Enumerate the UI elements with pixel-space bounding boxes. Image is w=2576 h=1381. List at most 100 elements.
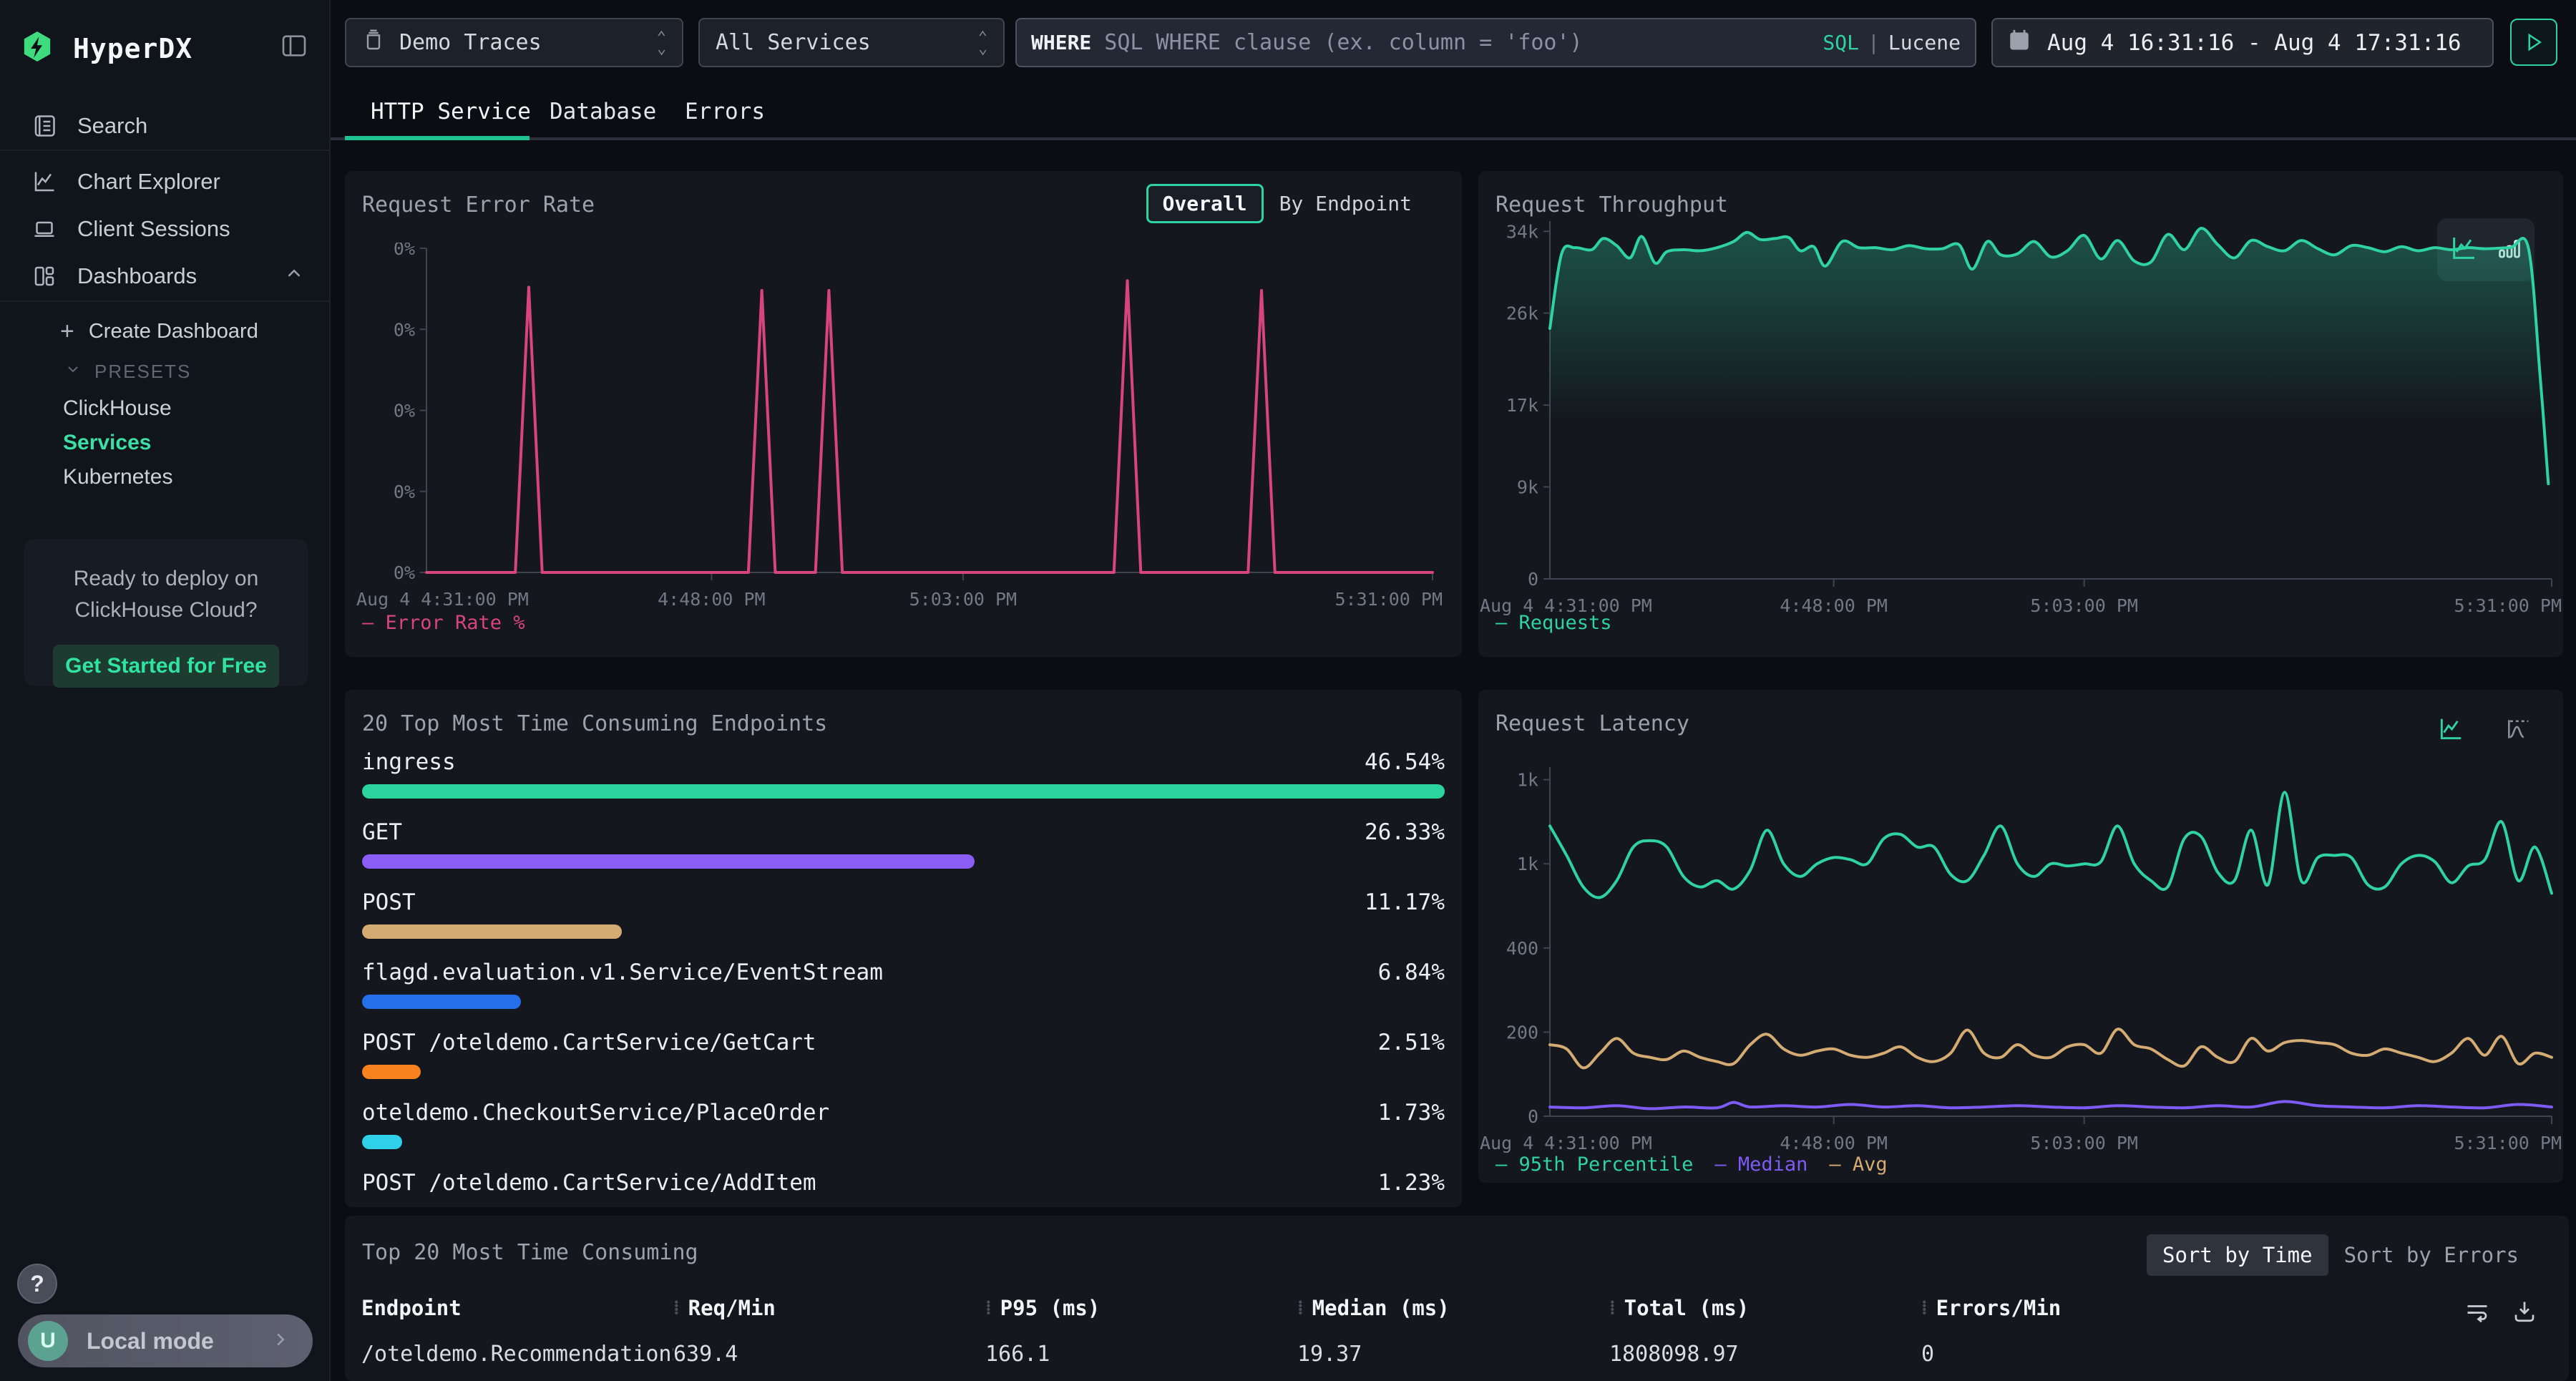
sidebar-item-search[interactable]: Search	[0, 107, 331, 145]
endpoint-bar	[362, 1065, 421, 1079]
sidebar-item-chart-explorer[interactable]: Chart Explorer	[0, 163, 331, 200]
svg-text:0%: 0%	[394, 562, 415, 583]
sort-by-errors-button[interactable]: Sort by Errors	[2328, 1234, 2534, 1276]
panel-title: Request Latency	[1496, 711, 1689, 736]
endpoint-label: flagd.evaluation.v1.Service/EventStream	[362, 960, 883, 985]
preset-label: ClickHouse	[63, 396, 172, 421]
tab-errors[interactable]: Errors	[685, 99, 765, 125]
create-dashboard-button[interactable]: + Create Dashboard	[0, 315, 331, 348]
column-header[interactable]: ⁞Req/Min	[673, 1296, 985, 1320]
svg-text:0%: 0%	[394, 319, 415, 340]
tab-database[interactable]: Database	[550, 99, 656, 125]
column-drag-handle[interactable]: ⁞	[1609, 1297, 1616, 1319]
endpoint-label: POST /oteldemo.CartService/GetCart	[362, 1030, 816, 1055]
preset-label: Services	[63, 431, 151, 455]
sidebar-item-kubernetes[interactable]: Kubernetes	[0, 461, 331, 494]
sql-mode-button[interactable]: SQL	[1823, 31, 1859, 54]
endpoint-percent: 1.23%	[1378, 1170, 1445, 1196]
calendar-icon	[2007, 27, 2031, 59]
avatar: U	[28, 1321, 68, 1361]
column-header[interactable]: Endpoint	[361, 1296, 673, 1320]
svg-text:0: 0	[1528, 1106, 1538, 1127]
endpoint-row[interactable]: ingress46.54%	[362, 746, 1445, 799]
sidebar-item-services[interactable]: Services	[0, 426, 331, 459]
table-row[interactable]: /oteldemo.RecommendationServ639.4166.119…	[361, 1342, 2522, 1367]
endpoint-percent: 1.73%	[1378, 1100, 1445, 1126]
panel-request-latency: Request Latency 02004001k1kAug 4 4:31:00…	[1478, 690, 2563, 1183]
svg-text:1k: 1k	[1517, 770, 1538, 791]
panel-top-20-table: Top 20 Most Time Consuming Sort by Time …	[345, 1216, 2569, 1381]
table-cell: 1808098.97	[1609, 1342, 1921, 1367]
sidebar-item-label: Chart Explorer	[77, 169, 220, 195]
endpoint-label: oteldemo.CheckoutService/PlaceOrder	[362, 1100, 829, 1126]
chevron-up-icon[interactable]	[283, 263, 305, 290]
column-header[interactable]: ⁞P95 (ms)	[985, 1296, 1297, 1320]
lucene-mode-button[interactable]: Lucene	[1888, 31, 1961, 54]
endpoint-row[interactable]: GET26.33%	[362, 816, 1445, 869]
hyperdx-app: HyperDX Search Chart Explorer Client Ses…	[0, 0, 2576, 1381]
wrap-text-icon[interactable]	[2464, 1299, 2490, 1327]
column-drag-handle[interactable]: ⁞	[1297, 1297, 1304, 1319]
column-header-label: Errors/Min	[1936, 1296, 2062, 1320]
svg-text:9k: 9k	[1517, 477, 1538, 497]
column-drag-handle[interactable]: ⁞	[673, 1297, 680, 1319]
column-header[interactable]: ⁞Total (ms)	[1609, 1296, 1921, 1320]
logo[interactable]: HyperDX	[20, 29, 311, 69]
source-select[interactable]: Demo Traces ⌃⌃	[345, 18, 683, 67]
svg-text:200: 200	[1506, 1022, 1538, 1043]
preset-label: Kubernetes	[63, 465, 172, 489]
panel-title: Request Error Rate	[362, 192, 595, 218]
column-header[interactable]: ⁞Median (ms)	[1297, 1296, 1609, 1320]
svg-text:0: 0	[1528, 569, 1538, 590]
promo-text-line1: Ready to deploy on	[24, 563, 308, 595]
column-drag-handle[interactable]: ⁞	[985, 1297, 992, 1319]
endpoint-row[interactable]: POST11.17%	[362, 886, 1445, 939]
endpoint-row[interactable]: flagd.evaluation.v1.Service/EventStream 6…	[362, 956, 1445, 1009]
line-chart-icon	[31, 169, 57, 195]
service-select[interactable]: All Services ⌃⌃	[698, 18, 1005, 67]
legend-item: — Avg	[1829, 1153, 1887, 1176]
endpoint-row[interactable]: POST /oteldemo.CartService/GetCart 2.51%	[362, 1026, 1445, 1079]
where-input[interactable]	[1104, 30, 1823, 55]
histogram-icon[interactable]	[2504, 716, 2532, 746]
chart-legend: — 95th Percentile— Median— Avg	[1496, 1153, 1909, 1176]
endpoint-row[interactable]: POST /oteldemo.CartService/AddItem1.23%	[362, 1166, 1445, 1199]
help-button[interactable]: ?	[17, 1264, 57, 1304]
chevron-down-icon	[64, 361, 82, 383]
svg-text:0%: 0%	[394, 401, 415, 421]
endpoint-bar	[362, 995, 521, 1009]
sort-by-time-button[interactable]: Sort by Time	[2147, 1234, 2328, 1276]
sidebar-collapse-icon[interactable]	[279, 31, 309, 64]
download-icon[interactable]	[2512, 1299, 2537, 1327]
svg-text:5:03:00 PM: 5:03:00 PM	[909, 589, 1018, 610]
endpoint-bar	[362, 784, 1445, 799]
time-range-picker[interactable]: Aug 4 16:31:16 - Aug 4 17:31:16	[1991, 18, 2494, 67]
svg-text:5:03:00 PM: 5:03:00 PM	[2030, 595, 2138, 616]
panel-request-throughput: Request Throughput 09k17k26k34kAug 4 4:3…	[1478, 171, 2563, 657]
overall-toggle-button[interactable]: Overall	[1146, 184, 1264, 223]
service-select-value: All Services	[716, 30, 871, 55]
endpoint-percent: 2.51%	[1378, 1030, 1445, 1055]
sidebar-item-client-sessions[interactable]: Client Sessions	[0, 210, 331, 248]
user-menu[interactable]: U Local mode	[18, 1314, 313, 1367]
by-endpoint-toggle-button[interactable]: By Endpoint	[1279, 192, 1412, 215]
column-drag-handle[interactable]: ⁞	[1921, 1297, 1928, 1319]
hyperdx-logo-icon	[20, 29, 54, 69]
svg-text:Aug 4 4:31:00 PM: Aug 4 4:31:00 PM	[1480, 1133, 1652, 1153]
svg-text:400: 400	[1506, 938, 1538, 959]
endpoint-percent: 6.84%	[1378, 960, 1445, 985]
endpoint-row[interactable]: oteldemo.CheckoutService/PlaceOrder 1.73%	[362, 1096, 1445, 1149]
get-started-button[interactable]: Get Started for Free	[53, 645, 279, 688]
sidebar-item-dashboards[interactable]: Dashboards	[0, 258, 331, 295]
sidebar-item-clickhouse[interactable]: ClickHouse	[0, 392, 331, 425]
laptop-icon	[31, 216, 57, 242]
where-label: WHERE	[1031, 31, 1091, 54]
table-cell: 19.37	[1297, 1342, 1609, 1367]
endpoint-list: ingress46.54% GET26.33% POST11.17% flagd.ev…	[362, 746, 1445, 1207]
run-query-button[interactable]	[2510, 19, 2557, 66]
svg-text:5:03:00 PM: 5:03:00 PM	[2030, 1133, 2138, 1153]
column-header[interactable]: ⁞ Errors/Min	[1921, 1296, 2522, 1320]
tab-http-service[interactable]: HTTP Service	[371, 99, 531, 125]
line-chart-icon[interactable]	[2437, 716, 2464, 746]
presets-toggle[interactable]: PRESETS	[0, 355, 331, 388]
